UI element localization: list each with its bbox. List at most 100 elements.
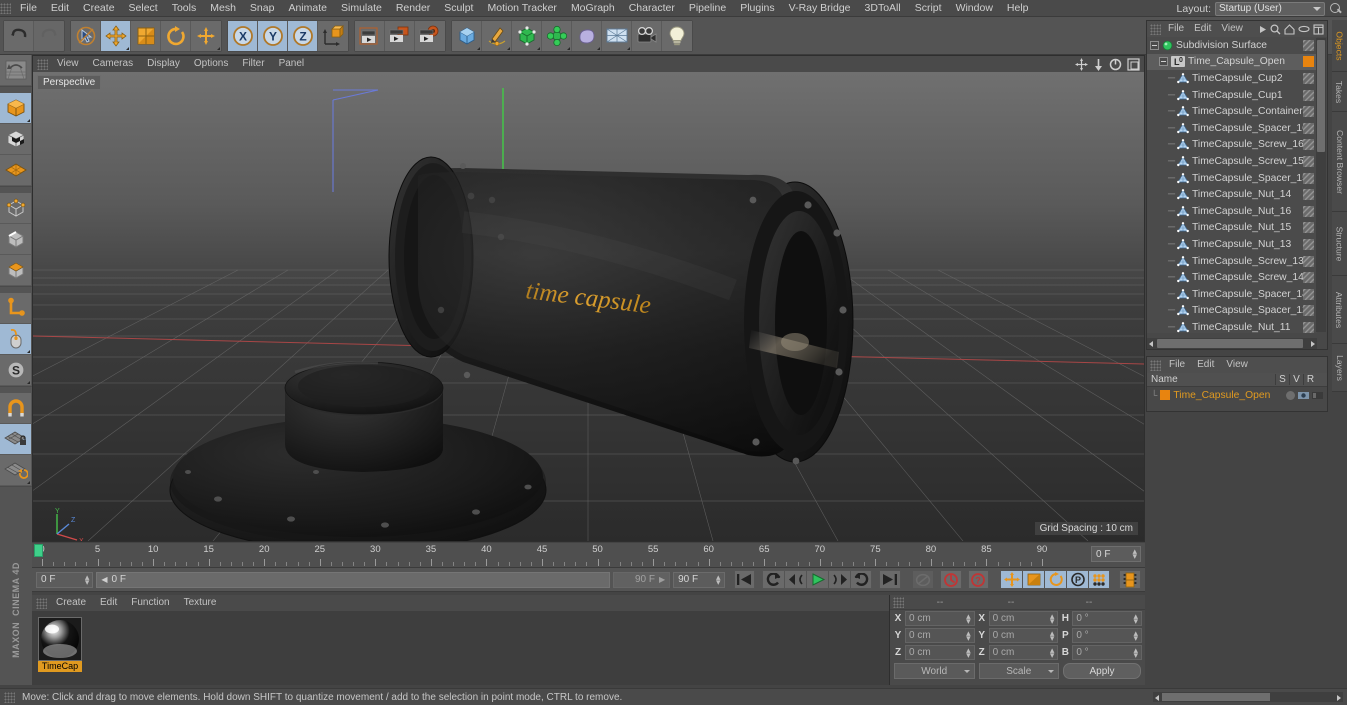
menu-script[interactable]: Script	[908, 0, 949, 17]
render-settings-button[interactable]	[415, 20, 445, 51]
spinner-icon[interactable]: ▴ ▾	[1133, 629, 1138, 643]
viewport-menu-cameras[interactable]: Cameras	[86, 56, 141, 72]
timeline-ruler[interactable]: 051015202530354045505560657075808590	[34, 543, 1054, 568]
object-tree-item[interactable]: ─ TimeCapsule_Cup2	[1147, 70, 1317, 87]
material-thumbnail[interactable]	[38, 617, 82, 661]
move-tool[interactable]	[101, 20, 131, 51]
planar-workplane-button[interactable]	[0, 455, 31, 486]
object-tag-hatched[interactable]	[1300, 37, 1315, 52]
enable-snap-button[interactable]: S	[0, 355, 31, 386]
menu-edit[interactable]: Edit	[44, 0, 76, 17]
object-tag-hatched[interactable]	[1300, 70, 1315, 85]
coord-system-select[interactable]: World	[894, 663, 975, 679]
object-tree-item[interactable]: Subdivision Surface	[1147, 37, 1317, 54]
menu-mesh[interactable]: Mesh	[203, 0, 243, 17]
object-tree-item[interactable]: ─ TimeCapsule_Spacer_16	[1147, 120, 1317, 137]
home-icon[interactable]	[1284, 23, 1295, 35]
lock-workplane-button[interactable]	[0, 424, 31, 455]
spinner-icon[interactable]: ▴ ▾	[1133, 612, 1138, 626]
spinner-icon[interactable]: ▴ ▾	[1133, 646, 1138, 660]
object-tag-hatched[interactable]	[1300, 269, 1315, 284]
viewport-menu-filter[interactable]: Filter	[235, 56, 271, 72]
coord-rot-input-B[interactable]: 0 ° ▴ ▾	[1072, 645, 1143, 660]
viewport-grip[interactable]	[37, 58, 48, 70]
spinner-icon[interactable]: ▴ ▾	[1050, 629, 1055, 643]
object-tree-item[interactable]: ─ TimeCapsule_Spacer_14	[1147, 286, 1317, 303]
add-camera-button[interactable]	[632, 20, 662, 51]
spinner-icon[interactable]: ▴ ▾	[966, 646, 971, 660]
coord-size-input-Y[interactable]: 0 cm ▴ ▾	[988, 628, 1059, 643]
coord-pos-input-Y[interactable]: 0 cm ▴ ▾	[905, 628, 975, 643]
texture-mode-button[interactable]	[0, 124, 31, 155]
coord-pos-input-X[interactable]: 0 cm ▴ ▾	[905, 611, 975, 626]
magnet-button[interactable]	[0, 393, 31, 424]
coordinates-grip[interactable]	[893, 596, 904, 608]
viewport-menu-view[interactable]: View	[50, 56, 86, 72]
material-grip[interactable]	[36, 597, 47, 609]
object-tree-item[interactable]: ─ TimeCapsule_Screw_14	[1147, 269, 1317, 286]
menu-file[interactable]: File	[13, 0, 44, 17]
object-menu-file[interactable]: File	[1163, 21, 1189, 37]
record-parameter-button[interactable]	[1088, 570, 1111, 589]
play-arrow-icon[interactable]	[1259, 25, 1267, 34]
right-tab-structure[interactable]: Structure	[1332, 212, 1347, 276]
object-tag-hatched[interactable]	[1300, 203, 1315, 218]
coord-mode-select[interactable]: Scale	[978, 663, 1059, 679]
search-icon[interactable]	[1270, 23, 1281, 35]
add-array-button[interactable]	[542, 20, 572, 51]
scroll-left-icon[interactable]	[1149, 341, 1153, 347]
object-tag-hatched[interactable]	[1300, 120, 1315, 135]
autokey-disabled-button[interactable]	[912, 570, 934, 589]
object-tree-item[interactable]: ─ TimeCapsule_Nut_15	[1147, 219, 1317, 237]
axis-mode-button[interactable]	[0, 293, 31, 324]
menu-simulate[interactable]: Simulate	[334, 0, 389, 17]
menu-mograph[interactable]: MoGraph	[564, 0, 622, 17]
attribute-menu-edit[interactable]: Edit	[1191, 357, 1220, 373]
menu-animate[interactable]: Animate	[281, 0, 334, 17]
object-tag-orange[interactable]	[1303, 56, 1314, 68]
object-manager-grip[interactable]	[1150, 23, 1161, 35]
menu-window[interactable]: Window	[949, 0, 1000, 17]
object-tree[interactable]: Subdivision Surface L 0 Time_Capsule_Open ─ T…	[1147, 37, 1317, 333]
transform-tool[interactable]	[191, 20, 221, 51]
spinner-icon[interactable]: ▴ ▾	[85, 572, 90, 586]
viewport-camera-label[interactable]: Perspective	[37, 75, 102, 90]
play-forwards-button[interactable]	[806, 570, 829, 589]
scroll-right-icon[interactable]	[1311, 341, 1315, 347]
render-icon[interactable]	[1312, 391, 1323, 400]
visibility-icon[interactable]	[1298, 391, 1309, 400]
add-deformer-button[interactable]	[572, 20, 602, 51]
spinner-icon[interactable]: ▴ ▾	[1050, 646, 1055, 660]
object-tag-hatched[interactable]	[1300, 236, 1315, 251]
object-tree-item[interactable]: L 0 Time_Capsule_Open	[1147, 53, 1317, 71]
workplane-mode-button[interactable]	[0, 155, 31, 186]
record-scale-button[interactable]	[1022, 570, 1045, 589]
undo-view-button[interactable]	[0, 55, 31, 86]
right-tab-objects[interactable]: Objects	[1332, 20, 1347, 72]
material-menu-texture[interactable]: Texture	[177, 595, 224, 611]
object-tag-hatched[interactable]	[1300, 302, 1315, 317]
material-menu-edit[interactable]: Edit	[93, 595, 124, 611]
viewport-menu-display[interactable]: Display	[140, 56, 187, 72]
object-tag-hatched[interactable]	[1300, 186, 1315, 201]
rotate-tool[interactable]	[161, 20, 191, 51]
end-frame-field[interactable]: 90 F ▴ ▾	[673, 571, 725, 588]
menu-tools[interactable]: Tools	[165, 0, 204, 17]
object-tag-hatched[interactable]	[1300, 153, 1315, 168]
object-tree-item[interactable]: ─ TimeCapsule_Screw_13	[1147, 253, 1317, 270]
add-spline-button[interactable]	[482, 20, 512, 51]
scale-tool[interactable]	[131, 20, 161, 51]
status-scrollbar[interactable]	[1153, 692, 1343, 702]
play-backwards-loop-button[interactable]	[762, 570, 785, 589]
menu-motion-tracker[interactable]: Motion Tracker	[480, 0, 563, 17]
object-tag-hatched[interactable]	[1300, 286, 1315, 301]
search-icon[interactable]	[1329, 2, 1343, 16]
coord-rot-input-H[interactable]: 0 ° ▴ ▾	[1072, 611, 1143, 626]
model-mode-button[interactable]	[0, 93, 31, 124]
scroll-right-icon[interactable]	[1337, 695, 1341, 701]
menu-render[interactable]: Render	[389, 0, 437, 17]
status-grip[interactable]	[4, 691, 15, 703]
attribute-menu-view[interactable]: View	[1220, 357, 1254, 373]
object-menu-edit[interactable]: Edit	[1189, 21, 1216, 37]
add-cube-button[interactable]	[452, 20, 482, 51]
